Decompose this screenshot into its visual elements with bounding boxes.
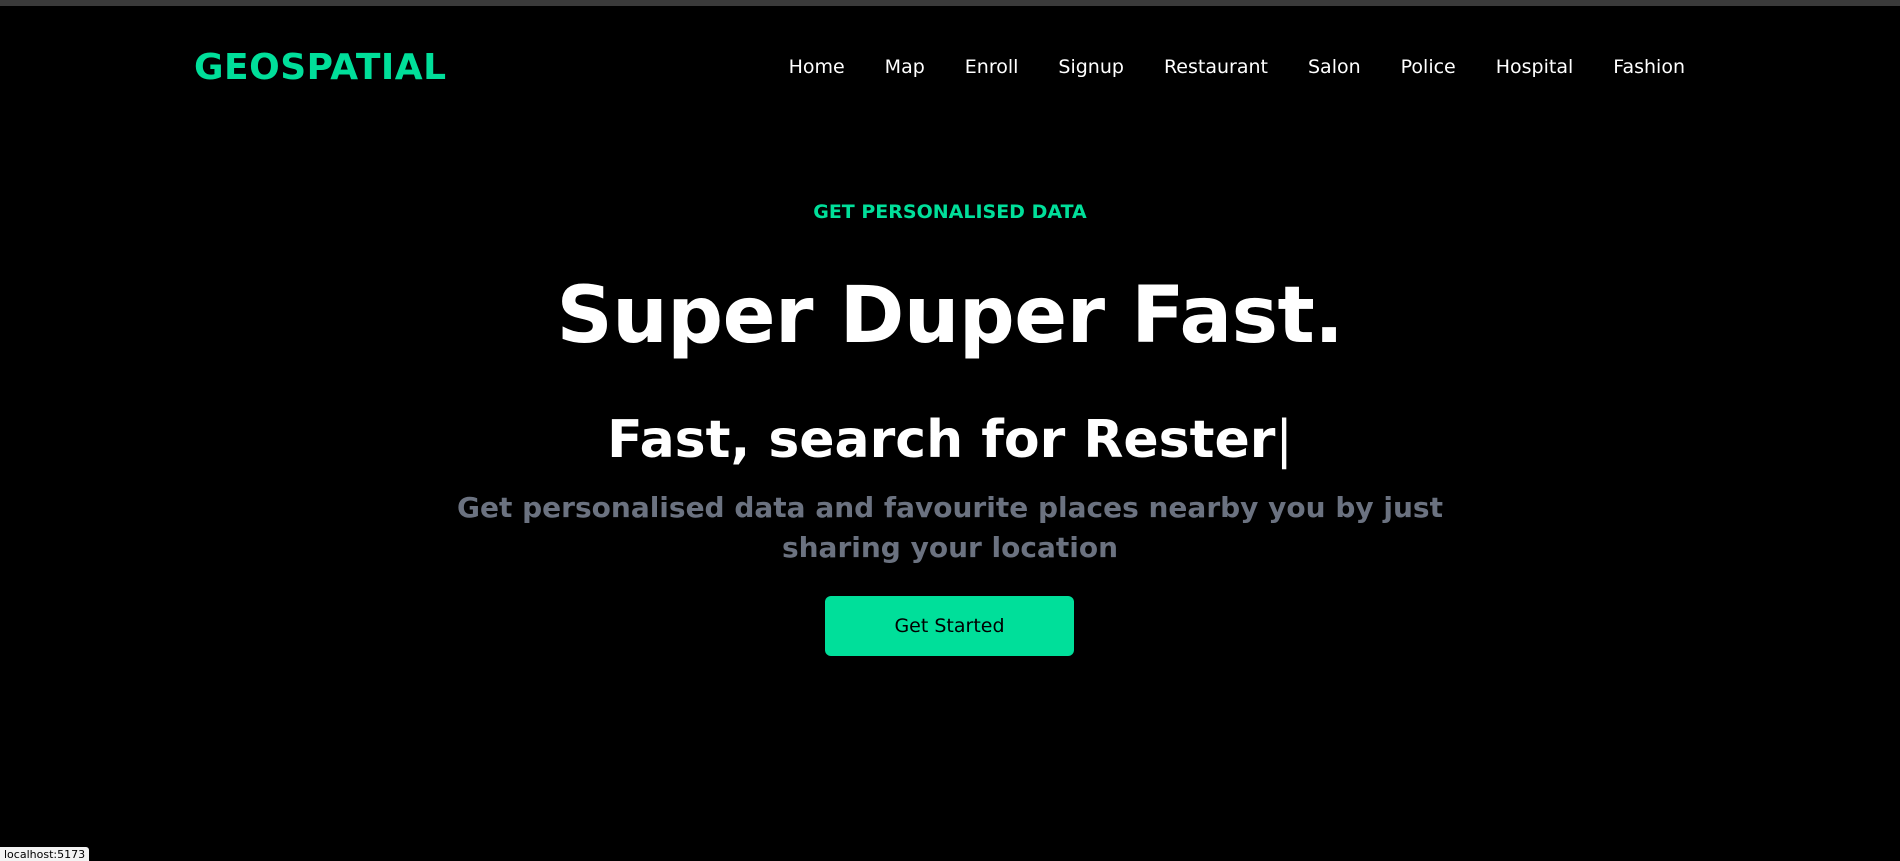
nav-link-police[interactable]: Police bbox=[1401, 52, 1456, 82]
nav-link-hospital[interactable]: Hospital bbox=[1496, 52, 1574, 82]
hero-typing-subheadline: Fast, search for Rester| bbox=[0, 405, 1900, 475]
typing-prefix: Fast, search for bbox=[607, 410, 1084, 470]
nav-link-signup[interactable]: Signup bbox=[1058, 52, 1124, 82]
main-nav: Home Map Enroll Signup Restaurant Salon … bbox=[789, 52, 1685, 82]
nav-link-fashion[interactable]: Fashion bbox=[1613, 52, 1685, 82]
typing-caret: | bbox=[1275, 410, 1293, 470]
hero-headline: Super Duper Fast. bbox=[556, 271, 1344, 361]
nav-link-salon[interactable]: Salon bbox=[1308, 52, 1361, 82]
nav-link-map[interactable]: Map bbox=[885, 52, 925, 82]
typing-word: Rester bbox=[1083, 410, 1276, 470]
nav-link-restaurant[interactable]: Restaurant bbox=[1164, 52, 1268, 82]
get-started-button[interactable]: Get Started bbox=[825, 596, 1074, 656]
hero-eyebrow: GET PERSONALISED DATA bbox=[813, 201, 1087, 223]
landing-page: GEOSPATIAL Home Map Enroll Signup Restau… bbox=[0, 0, 1900, 861]
hero-description: Get personalised data and favourite plac… bbox=[457, 491, 1443, 564]
nav-link-enroll[interactable]: Enroll bbox=[965, 52, 1019, 82]
browser-top-strip bbox=[0, 0, 1900, 6]
nav-link-home[interactable]: Home bbox=[789, 52, 845, 82]
status-bar-url: localhost:5173 bbox=[0, 847, 90, 861]
brand-logo[interactable]: GEOSPATIAL bbox=[194, 46, 447, 90]
